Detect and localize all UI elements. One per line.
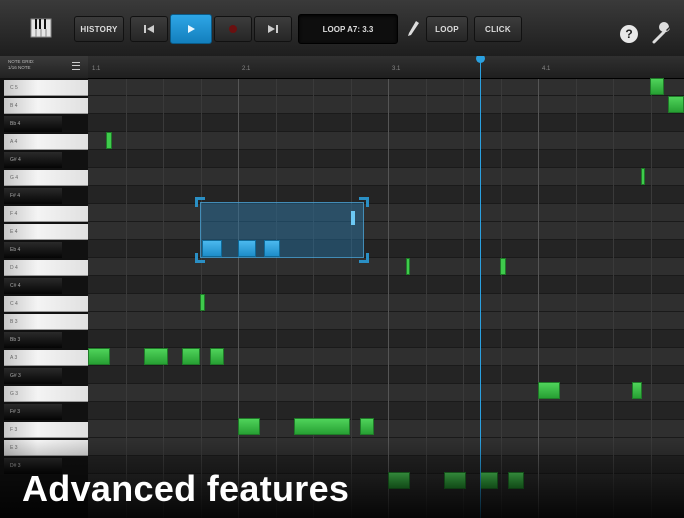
note-row xyxy=(88,384,684,402)
note[interactable] xyxy=(182,348,200,365)
note[interactable] xyxy=(538,382,560,399)
note-row xyxy=(88,132,684,150)
piano-key[interactable]: F# 4 xyxy=(4,188,62,204)
note-row xyxy=(88,240,684,258)
note[interactable] xyxy=(632,382,642,399)
skip-forward-icon xyxy=(268,25,278,33)
note[interactable] xyxy=(650,78,664,95)
note-row xyxy=(88,402,684,420)
note-row xyxy=(88,420,684,438)
rewind-button[interactable] xyxy=(130,16,168,42)
note[interactable] xyxy=(200,294,205,311)
bar-label: 2.1 xyxy=(242,66,251,72)
pencil-icon[interactable] xyxy=(406,20,422,38)
piano-key[interactable]: G 4 xyxy=(4,170,88,186)
timeline-ruler[interactable]: 1.1 2.1 3.1 4.1 xyxy=(88,56,684,79)
piano-key[interactable]: G# 3 xyxy=(4,368,62,384)
note[interactable] xyxy=(668,96,684,113)
piano-key[interactable]: C# 4 xyxy=(4,278,62,294)
skip-forward-button[interactable] xyxy=(254,16,292,42)
note[interactable] xyxy=(238,418,260,435)
note-row xyxy=(88,258,684,276)
note-selected[interactable] xyxy=(202,240,222,257)
note-row xyxy=(88,78,684,96)
history-button[interactable]: HISTORY xyxy=(74,16,124,42)
note-row xyxy=(88,96,684,114)
play-icon xyxy=(188,25,195,33)
note-row xyxy=(88,186,684,204)
piano-key[interactable]: G 3 xyxy=(4,386,88,402)
loop-button[interactable]: LOOP xyxy=(426,16,468,42)
piano-key[interactable]: B 3 xyxy=(4,314,88,330)
selection-handle[interactable] xyxy=(195,197,205,207)
piano-key[interactable]: F# 3 xyxy=(4,404,62,420)
wrench-icon[interactable] xyxy=(650,22,674,46)
note-row xyxy=(88,204,684,222)
piano-key[interactable]: A 3 xyxy=(4,350,88,366)
selection-handle[interactable] xyxy=(359,197,369,207)
note[interactable] xyxy=(641,168,645,185)
play-button[interactable] xyxy=(170,14,212,44)
piano-key[interactable]: B 4 xyxy=(4,98,88,114)
note[interactable] xyxy=(406,258,410,275)
piano-key[interactable]: G# 4 xyxy=(4,152,62,168)
note-row xyxy=(88,312,684,330)
note-row xyxy=(88,276,684,294)
note[interactable] xyxy=(106,132,112,149)
record-icon xyxy=(229,25,237,33)
resize-grip[interactable] xyxy=(351,211,355,225)
note[interactable] xyxy=(144,348,168,365)
note-row xyxy=(88,294,684,312)
piano-key[interactable]: D 4 xyxy=(4,260,88,276)
menu-icon[interactable] xyxy=(72,62,80,70)
piano-key[interactable]: F 4 xyxy=(4,206,88,222)
piano-key[interactable]: A 4 xyxy=(4,134,88,150)
note-grid-header[interactable]: NOTE GRID: 1/16 NOTE xyxy=(0,56,88,78)
note[interactable] xyxy=(294,418,350,435)
piano-key[interactable]: Eb 4 xyxy=(4,242,62,258)
note-row xyxy=(88,150,684,168)
bar-label: 3.1 xyxy=(392,66,401,72)
note-row xyxy=(88,348,684,366)
note-selected[interactable] xyxy=(238,240,256,257)
toolbar: HISTORY LOOP A7: 3.3 LOOP CLICK ? xyxy=(0,0,684,57)
note[interactable] xyxy=(500,258,506,275)
help-button[interactable]: ? xyxy=(620,25,638,43)
caption-text: Advanced features xyxy=(22,468,350,509)
piano-key[interactable]: Bb 3 xyxy=(4,332,62,348)
piano-key[interactable]: C 4 xyxy=(4,296,88,312)
piano-key[interactable]: F 3 xyxy=(4,422,88,438)
bar-label: 4.1 xyxy=(542,66,551,72)
skip-back-icon xyxy=(144,25,154,33)
note[interactable] xyxy=(210,348,224,365)
selection-box[interactable] xyxy=(195,197,369,263)
piano-key[interactable]: Bb 4 xyxy=(4,116,62,132)
record-button[interactable] xyxy=(214,16,252,42)
note-row xyxy=(88,114,684,132)
loop-position-display: LOOP A7: 3.3 xyxy=(298,14,398,44)
note-selected[interactable] xyxy=(264,240,280,257)
piano-key[interactable]: E 4 xyxy=(4,224,88,240)
piano-keyboard-icon[interactable] xyxy=(30,17,52,39)
bar-label: 1.1 xyxy=(92,66,101,72)
selection-handle[interactable] xyxy=(359,253,369,263)
note-row xyxy=(88,222,684,240)
click-button[interactable]: CLICK xyxy=(474,16,522,42)
piano-key[interactable]: C 5 xyxy=(4,80,88,96)
note-row xyxy=(88,366,684,384)
note[interactable] xyxy=(88,348,110,365)
note[interactable] xyxy=(360,418,374,435)
note-row xyxy=(88,168,684,186)
note-row xyxy=(88,330,684,348)
